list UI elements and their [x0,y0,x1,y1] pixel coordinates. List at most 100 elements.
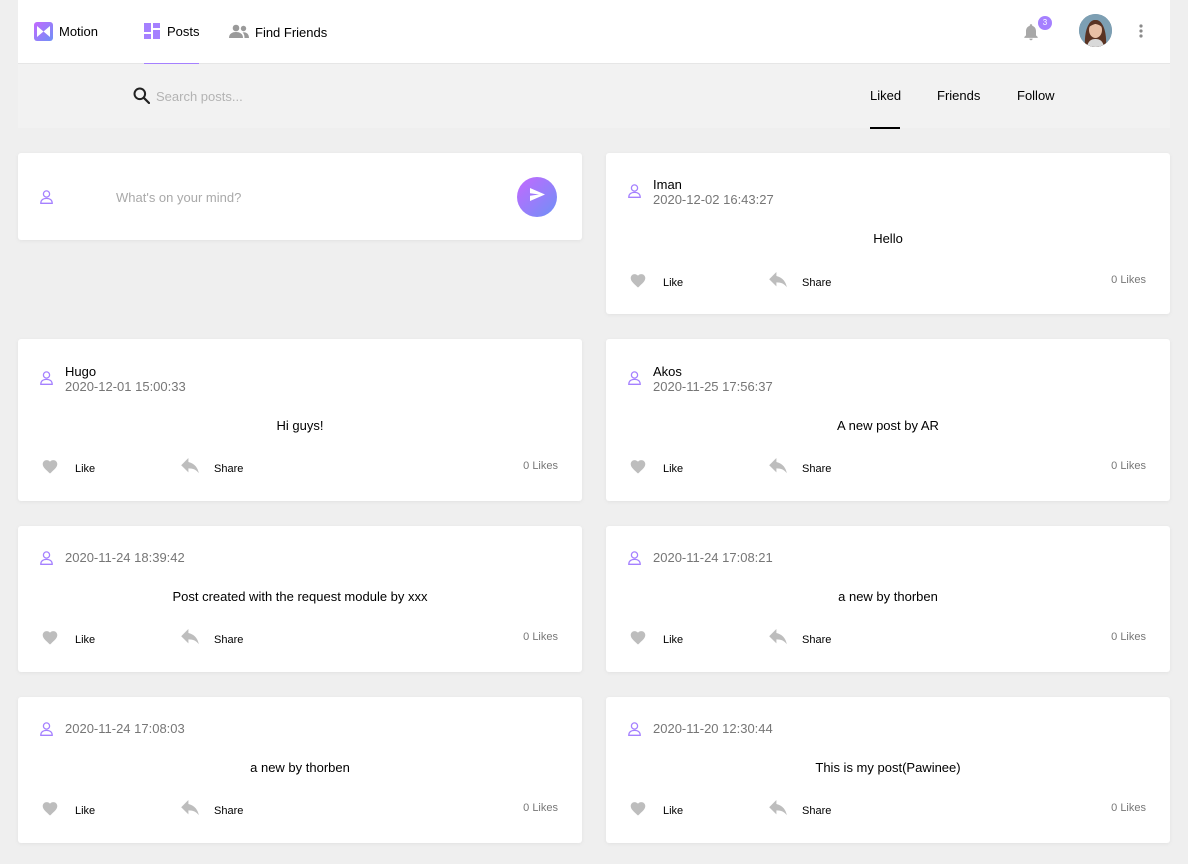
share-button[interactable]: Share [768,800,831,821]
brand-logo[interactable]: Motion [34,22,98,41]
share-button[interactable]: Share [768,458,831,479]
share-reply-icon [180,458,200,479]
like-button[interactable]: Like [41,800,95,821]
likes-count: 0 Likes [1111,802,1146,814]
tab-liked[interactable]: Liked [870,88,902,129]
tab-follow-label: Follow [1017,88,1055,103]
brand-name: Motion [59,24,99,39]
likes-count: 0 Likes [1111,460,1146,472]
likes-count: 0 Likes [1111,631,1146,643]
share-reply-icon [180,629,200,650]
share-button[interactable]: Share [180,800,243,821]
search-icon [133,87,151,109]
share-label: Share [214,804,244,817]
likes-count: 0 Likes [523,460,558,472]
post-timestamp: 2020-11-24 17:08:03 [65,721,185,736]
post-content: a new by thorben [838,589,938,604]
share-button[interactable]: Share [768,629,831,650]
share-button[interactable]: Share [180,458,243,479]
post-card: Iman 2020-12-02 16:43:27 Hello Like Shar… [606,153,1170,314]
like-button[interactable]: Like [629,458,683,479]
user-icon [40,371,53,390]
notification-count-badge: 3 [1038,16,1052,30]
post-card: Hugo 2020-12-01 15:00:33 Hi guys! Like S… [18,339,582,501]
like-button[interactable]: Like [41,629,95,650]
share-label: Share [802,804,832,817]
more-options-icon[interactable] [1134,22,1148,40]
tab-follow[interactable]: Follow [1017,88,1055,103]
like-label: Like [75,462,96,475]
post-timestamp: 2020-11-24 18:39:42 [65,550,185,565]
post-timestamp: 2020-12-01 15:00:33 [65,379,186,394]
create-post-card [18,153,582,240]
like-button[interactable]: Like [629,272,683,293]
post-input[interactable] [116,187,496,207]
tab-active-indicator [870,127,900,129]
post-card: 2020-11-24 18:39:42 Post created with th… [18,526,582,672]
share-button[interactable]: Share [768,272,831,293]
search-input[interactable] [156,86,656,106]
share-button[interactable]: Share [180,629,243,650]
heart-icon [629,458,647,479]
nav-find-friends-label: Find Friends [255,25,328,40]
like-label: Like [663,804,684,817]
post-author[interactable]: Iman [653,177,682,192]
posts-grid-icon [144,23,160,44]
post-card: 2020-11-24 17:08:03 a new by thorben Lik… [18,697,582,843]
post-timestamp: 2020-11-25 17:56:37 [653,379,773,394]
likes-count: 0 Likes [523,802,558,814]
post-card: 2020-11-20 12:30:44 This is my post(Pawi… [606,697,1170,843]
post-content: A new post by AR [837,418,939,433]
user-avatar[interactable] [1079,14,1112,47]
user-icon [628,371,641,390]
user-icon [40,722,53,741]
send-icon [529,188,545,206]
post-content: a new by thorben [250,760,350,775]
like-button[interactable]: Like [629,629,683,650]
like-button[interactable]: Like [629,800,683,821]
post-content: Hello [873,231,903,246]
like-label: Like [75,804,96,817]
heart-icon [629,272,647,293]
heart-icon [41,458,59,479]
likes-count: 0 Likes [523,631,558,643]
heart-icon [629,800,647,821]
post-card: 2020-11-24 17:08:21 a new by thorben Lik… [606,526,1170,672]
post-author[interactable]: Hugo [65,364,96,379]
like-label: Like [75,633,96,646]
share-reply-icon [768,800,788,821]
post-content: Hi guys! [276,418,324,433]
share-reply-icon [768,629,788,650]
search-filter-bar: Liked Friends Follow [18,64,1170,129]
likes-count: 0 Likes [1111,274,1146,286]
user-icon [628,722,641,741]
user-icon [628,551,641,570]
motion-logo-icon [34,22,53,41]
heart-icon [41,629,59,650]
nav-posts-label: Posts [167,24,200,39]
tab-friends[interactable]: Friends [937,88,980,103]
share-label: Share [214,633,244,646]
tab-liked-label: Liked [870,88,902,103]
tab-friends-label: Friends [937,88,981,103]
like-label: Like [663,633,684,646]
post-content: This is my post(Pawinee) [815,760,961,775]
people-icon [229,24,249,43]
like-button[interactable]: Like [41,458,95,479]
share-label: Share [802,633,832,646]
user-icon [628,184,641,203]
heart-icon [629,629,647,650]
post-content: Post created with the request module by … [172,589,428,604]
send-post-button[interactable] [517,177,557,217]
post-timestamp: 2020-11-20 12:30:44 [653,721,773,736]
like-label: Like [663,276,684,289]
share-reply-icon [768,458,788,479]
share-label: Share [802,276,832,289]
share-label: Share [214,462,244,475]
top-navbar: Motion Posts Find Friends 3 [18,0,1170,64]
share-reply-icon [180,800,200,821]
nav-posts[interactable]: Posts [144,0,200,64]
post-author[interactable]: Akos [653,364,682,379]
post-timestamp: 2020-12-02 16:43:27 [653,192,774,207]
user-icon [40,190,53,209]
